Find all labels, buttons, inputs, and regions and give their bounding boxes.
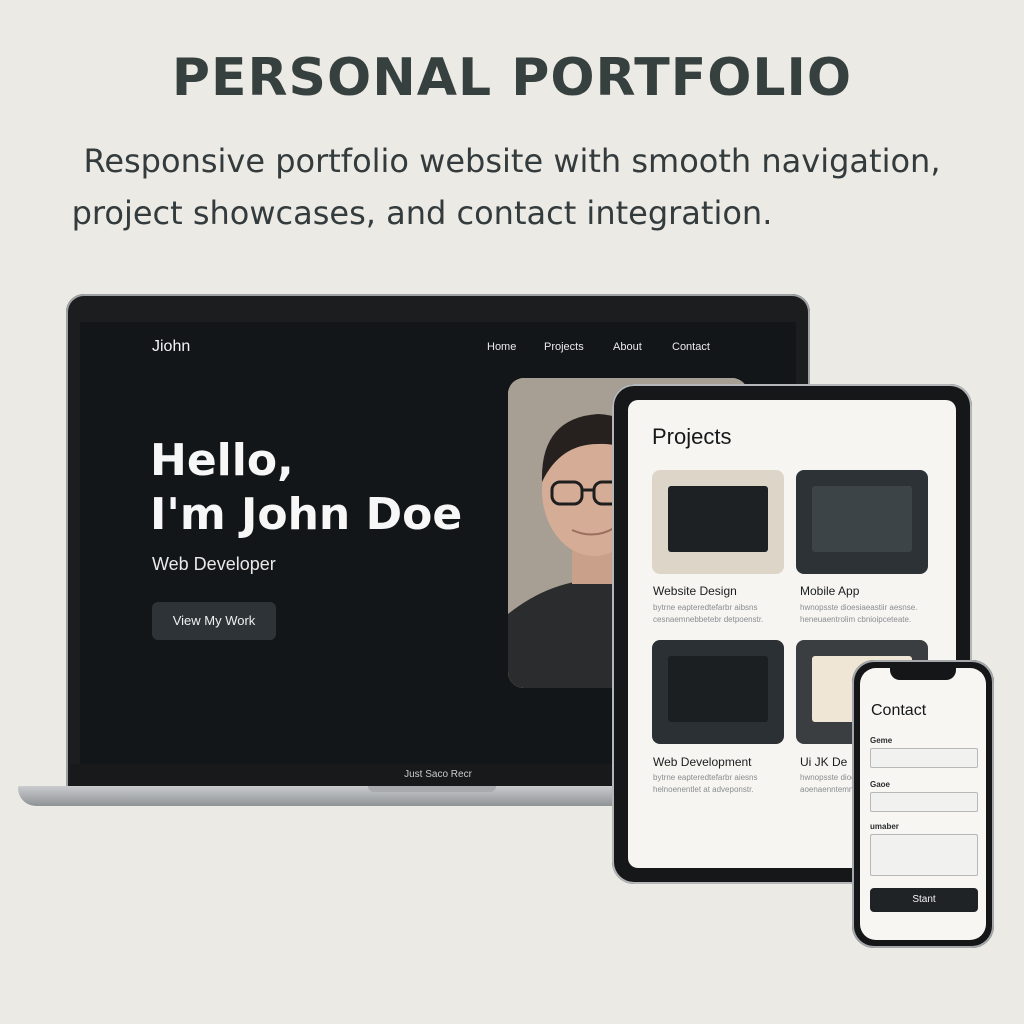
field-label: umaber bbox=[870, 822, 899, 831]
project-thumb bbox=[668, 486, 768, 552]
site-logo[interactable]: Jiohn bbox=[152, 338, 190, 356]
page-subtitle-line1: Responsive portfolio website with smooth… bbox=[83, 142, 941, 180]
project-title[interactable]: Ui JK De bbox=[800, 755, 847, 769]
name-input[interactable] bbox=[870, 748, 978, 768]
email-input[interactable] bbox=[870, 792, 978, 812]
field-label: Gaoe bbox=[870, 780, 891, 789]
contact-heading: Contact bbox=[871, 702, 927, 719]
nav-contact[interactable]: Contact bbox=[672, 341, 710, 353]
hero-role: Web Developer bbox=[152, 554, 276, 574]
project-description: hwnopsste dioesiaeastiir aesnse. heneuae… bbox=[800, 603, 918, 624]
project-card-mobile-app[interactable] bbox=[796, 470, 928, 574]
project-title[interactable]: Website Design bbox=[653, 584, 737, 598]
phone-notch bbox=[890, 668, 956, 680]
hero-line-1: Hello, bbox=[150, 435, 294, 486]
hero-line-2: I'm John Doe bbox=[150, 489, 463, 540]
phone-screen: Contact Geme Gaoe umaber Stant bbox=[860, 668, 986, 940]
nav-about[interactable]: About bbox=[613, 341, 642, 353]
project-description: bytrne eapteredtefarbr aibsns cesnaemneb… bbox=[653, 603, 764, 624]
project-description: bytrne eapteredtefarbr aiesns helnoenent… bbox=[653, 773, 758, 794]
message-input[interactable] bbox=[870, 834, 978, 876]
page-subtitle-line2: project showcases, and contact integrati… bbox=[71, 194, 773, 232]
project-card-website-design[interactable] bbox=[652, 470, 784, 574]
project-title[interactable]: Web Development bbox=[653, 755, 752, 769]
field-label: Geme bbox=[870, 736, 893, 745]
submit-button[interactable]: Stant bbox=[870, 888, 978, 912]
page-title: PERSONAL PORTFOLIO bbox=[171, 48, 853, 108]
nav-home[interactable]: Home bbox=[487, 341, 516, 353]
nav-projects[interactable]: Projects bbox=[544, 341, 584, 353]
hero-heading: Hello, I'm John Doe bbox=[150, 434, 462, 542]
view-work-button[interactable]: View My Work bbox=[152, 602, 276, 640]
project-card-web-development[interactable] bbox=[652, 640, 784, 744]
project-thumb bbox=[668, 656, 768, 722]
projects-heading: Projects bbox=[652, 424, 732, 449]
project-title[interactable]: Mobile App bbox=[800, 584, 859, 598]
project-thumb bbox=[812, 486, 912, 552]
laptop-notch bbox=[368, 786, 496, 792]
